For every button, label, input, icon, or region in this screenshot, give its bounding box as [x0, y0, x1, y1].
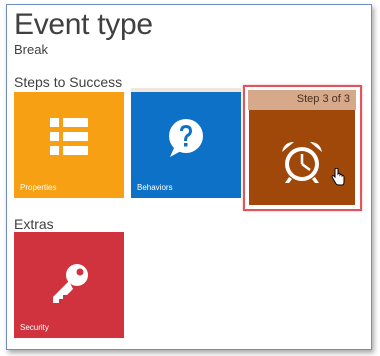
question-bubble-icon — [131, 118, 241, 158]
security-label: Security — [20, 323, 49, 332]
tile-top-strip — [131, 88, 241, 92]
step-indicator-bar: Step 3 of 3 — [248, 90, 356, 110]
page-title: Event type — [14, 8, 153, 41]
security-tile[interactable]: Security — [14, 232, 124, 338]
behaviors-label: Behaviors — [137, 183, 173, 192]
behaviors-tile[interactable]: Behaviors — [131, 92, 241, 198]
section-extras-label: Extras — [14, 216, 54, 232]
section-steps-label: Steps to Success — [14, 74, 123, 90]
key-icon — [14, 262, 124, 306]
page-subtitle: Break — [14, 42, 48, 57]
step-indicator-text: Step 3 of 3 — [296, 93, 350, 105]
properties-tile[interactable]: Properties — [14, 92, 124, 198]
hand-cursor-icon — [331, 167, 345, 191]
list-icon — [14, 118, 124, 156]
properties-label: Properties — [20, 183, 57, 192]
